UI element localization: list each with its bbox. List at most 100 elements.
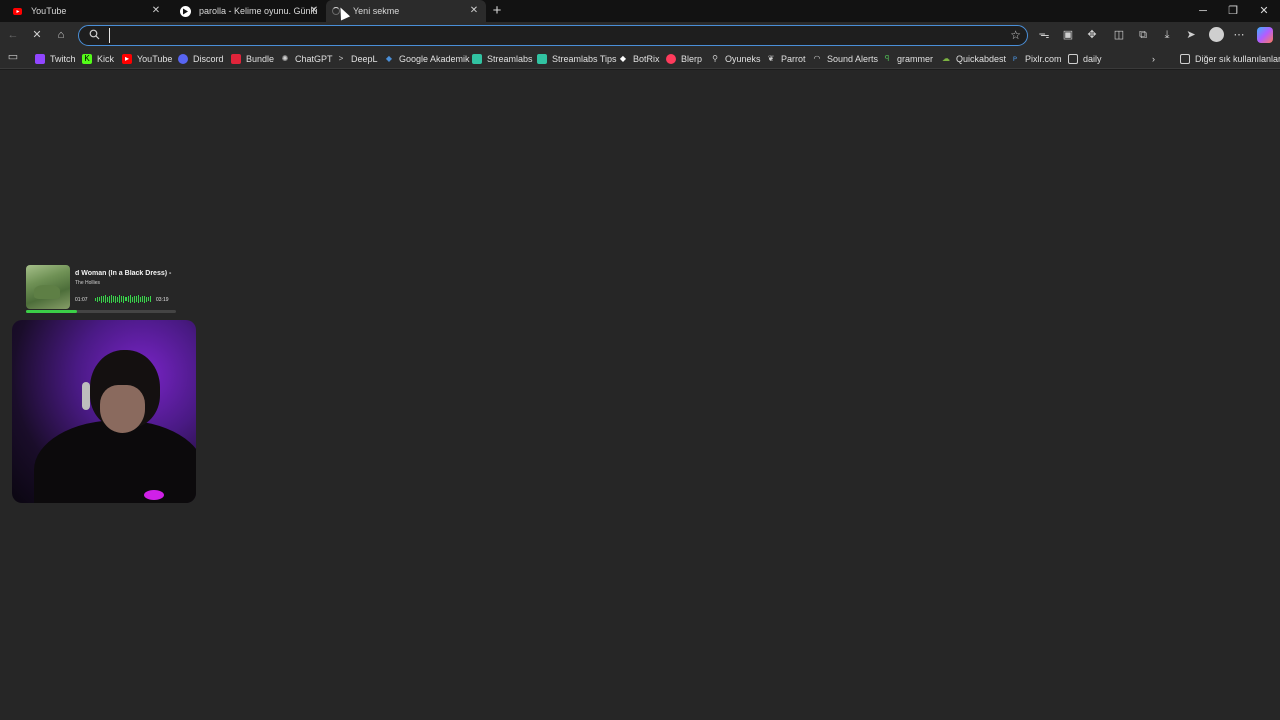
bundle-icon bbox=[231, 53, 241, 64]
equalizer-bar bbox=[111, 295, 113, 303]
tab-title: YouTube bbox=[31, 6, 67, 16]
soundalerts-icon: ◠ bbox=[813, 53, 821, 63]
equalizer-bar bbox=[137, 295, 139, 303]
address-bar[interactable]: ☆ bbox=[78, 25, 1028, 46]
tab-title: parolla - Kelime oyunu. Günlük k bbox=[199, 6, 317, 16]
close-icon[interactable]: ✕ bbox=[468, 5, 480, 17]
equalizer-bar bbox=[129, 295, 131, 303]
webcam-body bbox=[34, 420, 196, 503]
bookmark-deepl[interactable]: > DeepL bbox=[336, 52, 378, 65]
new-tab-button[interactable]: + bbox=[488, 2, 506, 20]
stop-loading-icon[interactable]: ✕ bbox=[28, 26, 46, 44]
botrix-icon: ◆ bbox=[619, 53, 627, 63]
back-icon[interactable]: ← bbox=[4, 26, 22, 44]
close-icon[interactable]: ✕ bbox=[150, 5, 162, 17]
close-window-icon[interactable]: ✕ bbox=[1255, 2, 1273, 20]
equalizer-bar bbox=[125, 297, 127, 301]
song-progress-fill bbox=[26, 310, 77, 313]
sidebar-toggle-icon[interactable]: ▭ bbox=[4, 48, 22, 66]
oyuneks-icon: ⚲ bbox=[712, 53, 718, 63]
folder-icon bbox=[1068, 53, 1078, 64]
equalizer-bar bbox=[109, 295, 111, 303]
scholar-icon: ◆ bbox=[385, 53, 393, 63]
close-icon[interactable]: ✕ bbox=[308, 5, 320, 17]
bookmark-daily-folder[interactable]: daily bbox=[1068, 52, 1102, 65]
other-bookmarks-folder[interactable]: Diğer sık kullanılanlar bbox=[1180, 52, 1280, 65]
restore-icon[interactable]: ❐ bbox=[1224, 2, 1242, 20]
equalizer-bar bbox=[139, 296, 141, 302]
minimize-icon[interactable]: ─ bbox=[1194, 2, 1212, 20]
equalizer-bar bbox=[133, 295, 135, 303]
copilot-icon[interactable] bbox=[1257, 27, 1273, 43]
elapsed-time: 01:07 bbox=[75, 297, 88, 303]
deepl-icon: > bbox=[338, 53, 344, 63]
bookmark-kick[interactable]: K Kick bbox=[82, 52, 114, 65]
screenshot-icon[interactable]: ▣ bbox=[1059, 26, 1077, 44]
bookmark-youtube[interactable]: ▸ YouTube bbox=[122, 52, 172, 65]
parrot-icon: ❦ bbox=[767, 53, 775, 63]
tab-youtube[interactable]: YouTube ✕ bbox=[0, 0, 168, 22]
bookmark-streamlabs-tips[interactable]: Streamlabs Tips bbox=[537, 52, 617, 65]
equalizer-bar bbox=[121, 296, 123, 302]
collections-icon[interactable]: ⧉ bbox=[1134, 26, 1152, 44]
bookmark-parrot[interactable]: ❦ Parrot bbox=[766, 52, 806, 65]
equalizer-bar bbox=[123, 295, 125, 303]
equalizer-bar bbox=[107, 296, 109, 302]
webcam-light bbox=[144, 490, 164, 500]
tab-new[interactable]: Yeni sekme ✕ bbox=[326, 0, 486, 22]
favorite-star-icon[interactable]: ☆ bbox=[1010, 28, 1021, 42]
equalizer-bar bbox=[145, 296, 147, 302]
bookmark-pixlr[interactable]: ᴘ Pixlr.com bbox=[1010, 52, 1062, 65]
bookmark-sound-alerts[interactable]: ◠ Sound Alerts bbox=[812, 52, 879, 65]
equalizer-bar bbox=[105, 295, 107, 303]
tab-title: Yeni sekme bbox=[353, 6, 400, 16]
bookmarks-bar: ▭ Twitch K Kick ▸ YouTube Discord Bundle ✺… bbox=[0, 48, 1280, 69]
more-menu-icon[interactable]: ⋯ bbox=[1230, 26, 1248, 44]
navigation-toolbar: ← ✕ ⌂ ☆ ᯓ ▣ ✥ ◫ ⧉ ⤓ ➤ ⋯ bbox=[0, 22, 1280, 48]
address-input[interactable] bbox=[109, 28, 989, 43]
bookmark-blerp[interactable]: Blerp bbox=[666, 52, 702, 65]
equalizer-bar bbox=[115, 295, 117, 303]
bookmark-google-akademik[interactable]: ◆ Google Akademik bbox=[384, 52, 470, 65]
bookmark-oyuneks[interactable]: ⚲ Oyuneks bbox=[710, 52, 760, 65]
webcam-overlay bbox=[12, 320, 196, 503]
equalizer-bar bbox=[113, 296, 115, 302]
equalizer-bar bbox=[101, 295, 103, 303]
bookmark-grammer[interactable]: ꟼ grammer bbox=[882, 52, 933, 65]
equalizer-bar bbox=[117, 296, 119, 302]
streamlabs-icon bbox=[537, 53, 547, 64]
equalizer-bar bbox=[131, 296, 133, 302]
now-playing-widget: d Woman (In a Black Dress) - The Hollies… bbox=[26, 265, 176, 315]
profile-avatar-icon[interactable] bbox=[1209, 27, 1224, 42]
song-progress-bar bbox=[26, 310, 176, 313]
equalizer-bar bbox=[103, 296, 105, 302]
grammer-icon: ꟼ bbox=[884, 53, 890, 63]
home-icon[interactable]: ⌂ bbox=[52, 26, 70, 44]
equalizer-bars bbox=[95, 295, 151, 303]
split-screen-icon[interactable]: ◫ bbox=[1110, 26, 1128, 44]
download-icon[interactable]: ⤓ bbox=[1158, 26, 1176, 44]
youtube-icon: ▸ bbox=[122, 53, 132, 64]
album-cover bbox=[26, 265, 70, 309]
pixlr-icon: ᴘ bbox=[1012, 53, 1018, 63]
discord-icon bbox=[178, 53, 188, 64]
song-title: d Woman (In a Black Dress) - bbox=[75, 270, 172, 277]
glasses-icon[interactable]: ᯓ bbox=[1035, 26, 1053, 44]
tab-parolla[interactable]: parolla - Kelime oyunu. Günlük k ✕ bbox=[168, 0, 326, 22]
bookmark-chatgpt[interactable]: ✺ ChatGPT bbox=[280, 52, 333, 65]
chatgpt-icon: ✺ bbox=[281, 53, 289, 63]
bookmark-twitch[interactable]: Twitch bbox=[35, 52, 76, 65]
extensions-icon[interactable]: ✥ bbox=[1083, 26, 1101, 44]
bookmark-quickabdest[interactable]: ☁ Quickabdest bbox=[941, 52, 1006, 65]
bookmark-streamlabs[interactable]: Streamlabs bbox=[472, 52, 533, 65]
chevron-right-icon[interactable]: › bbox=[1152, 52, 1155, 65]
parolla-icon bbox=[180, 5, 191, 17]
bookmark-bundle[interactable]: Bundle bbox=[231, 52, 274, 65]
send-icon[interactable]: ➤ bbox=[1182, 26, 1200, 44]
bookmark-discord[interactable]: Discord bbox=[178, 52, 224, 65]
equalizer-bar bbox=[127, 296, 129, 302]
bookmark-botrix[interactable]: ◆ BotRix bbox=[618, 52, 660, 65]
streamlabs-icon bbox=[472, 53, 482, 64]
equalizer-bar bbox=[97, 296, 99, 302]
equalizer-bar bbox=[143, 295, 145, 303]
